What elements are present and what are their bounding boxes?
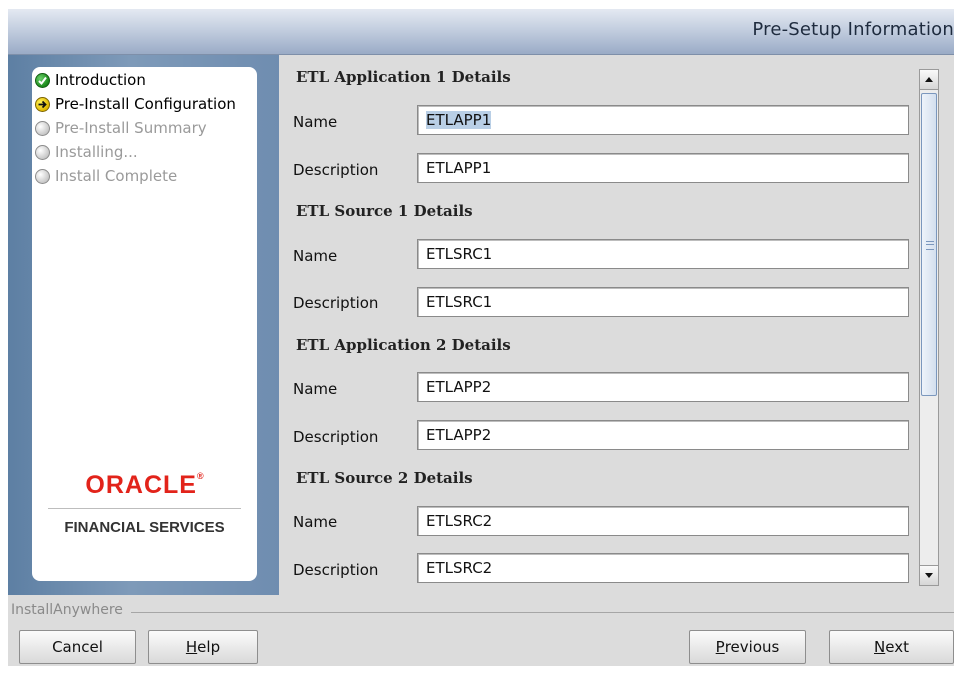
name-label: Name <box>293 113 338 131</box>
step-label: Pre-Install Summary <box>55 119 207 137</box>
footer-divider <box>11 612 954 613</box>
installanywhere-label: InstallAnywhere <box>11 602 131 618</box>
step-pre-install-configuration: Pre-Install Configuration <box>35 94 236 114</box>
arrow-right-icon <box>35 96 50 112</box>
etl-app-1-name-field[interactable]: ETLAPP1 <box>417 105 909 135</box>
section-heading-etl-app-1: ETL Application 1 Details <box>296 68 511 86</box>
section-heading-etl-src-1: ETL Source 1 Details <box>296 202 473 220</box>
circle-icon <box>35 168 50 184</box>
etl-src-2-description-field[interactable]: ETLSRC2 <box>417 553 909 583</box>
vertical-scrollbar[interactable] <box>919 69 939 586</box>
etl-app-2-description-field[interactable]: ETLAPP2 <box>417 420 909 450</box>
triangle-down-icon <box>925 573 933 578</box>
form-content: ETL Application 1 Details Name ETLAPP1 D… <box>281 56 954 596</box>
bottom-bar: InstallAnywhere Cancel Help Previous Nex… <box>8 595 954 666</box>
grip-icon <box>926 241 934 250</box>
step-introduction: Introduction <box>35 70 146 90</box>
help-button[interactable]: Help <box>148 630 258 664</box>
name-label: Name <box>293 513 338 531</box>
scroll-up-button[interactable] <box>920 70 938 90</box>
description-label: Description <box>293 161 379 179</box>
etl-src-1-description-field[interactable]: ETLSRC1 <box>417 287 909 317</box>
circle-icon <box>35 120 50 136</box>
step-label: Installing... <box>55 143 138 161</box>
scroll-thumb[interactable] <box>921 93 937 396</box>
etl-src-2-name-field[interactable]: ETLSRC2 <box>417 506 909 536</box>
steps-list: Introduction Pre-Install Configuration P… <box>32 67 257 581</box>
triangle-up-icon <box>925 77 933 82</box>
check-icon <box>35 72 50 88</box>
previous-button[interactable]: Previous <box>689 630 806 664</box>
next-button[interactable]: Next <box>829 630 954 664</box>
oracle-logo: ORACLE® <box>85 471 204 499</box>
cancel-button[interactable]: Cancel <box>19 630 136 664</box>
logo-divider <box>48 508 241 509</box>
step-install-complete: Install Complete <box>35 166 177 186</box>
name-label: Name <box>293 380 338 398</box>
name-label: Name <box>293 247 338 265</box>
step-label: Introduction <box>55 71 146 89</box>
step-installing: Installing... <box>35 142 138 162</box>
step-label: Install Complete <box>55 167 178 185</box>
description-label: Description <box>293 294 379 312</box>
step-pre-install-summary: Pre-Install Summary <box>35 118 207 138</box>
step-label: Pre-Install Configuration <box>55 95 236 113</box>
section-heading-etl-src-2: ETL Source 2 Details <box>296 469 473 487</box>
scroll-down-button[interactable] <box>920 565 938 585</box>
description-label: Description <box>293 561 379 579</box>
title-bar: Pre-Setup Information <box>8 9 954 55</box>
financial-services-label: FINANCIAL SERVICES <box>64 519 225 536</box>
left-panel: Introduction Pre-Install Configuration P… <box>8 55 279 600</box>
window-title: Pre-Setup Information <box>752 19 954 40</box>
etl-app-1-description-field[interactable]: ETLAPP1 <box>417 153 909 183</box>
circle-icon <box>35 144 50 160</box>
installer-window: Pre-Setup Information Introduction Pre-I… <box>8 9 954 666</box>
etl-app-2-name-field[interactable]: ETLAPP2 <box>417 372 909 402</box>
section-heading-etl-app-2: ETL Application 2 Details <box>296 336 511 354</box>
etl-src-1-name-field[interactable]: ETLSRC1 <box>417 239 909 269</box>
description-label: Description <box>293 428 379 446</box>
